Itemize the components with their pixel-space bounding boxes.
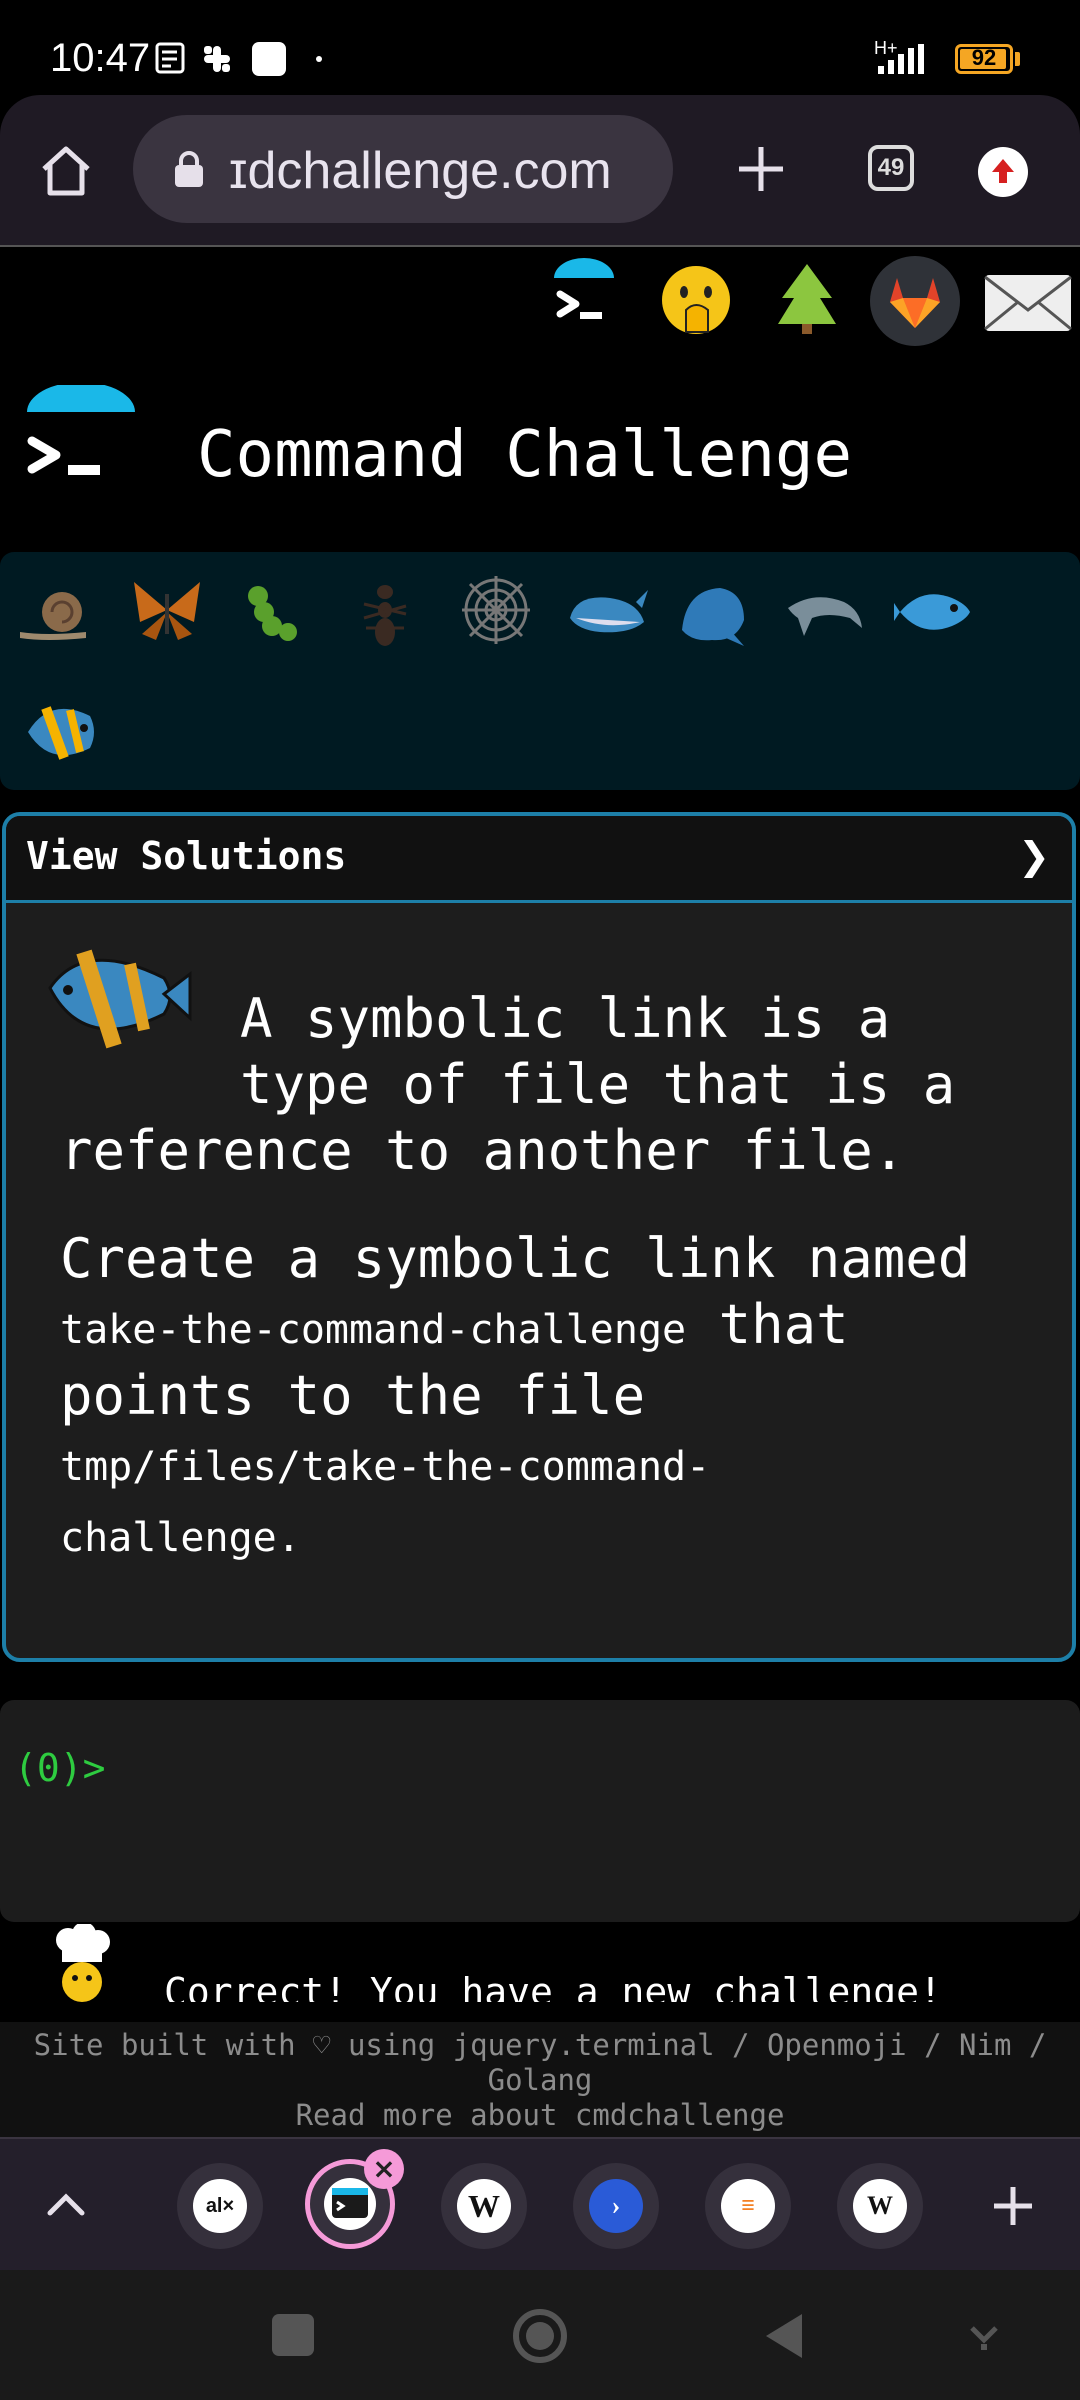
face-hand-over-mouth-icon[interactable] — [656, 262, 736, 342]
address-bar[interactable]: ɪdchallenge.com — [133, 115, 673, 223]
slack-icon — [204, 46, 230, 72]
caterpillar-icon[interactable] — [240, 574, 310, 654]
home-icon[interactable] — [38, 143, 94, 199]
butterfly-icon[interactable] — [126, 570, 208, 650]
spider-web-icon[interactable] — [458, 572, 534, 648]
back-button[interactable] — [760, 2310, 810, 2362]
site-logo-icon — [27, 385, 135, 475]
gitlab-link[interactable] — [870, 256, 960, 346]
link-name-code: take-the-command-challenge — [60, 1307, 687, 1353]
tab-wikipedia[interactable]: W — [441, 2163, 527, 2249]
more-notifications-dot — [316, 56, 322, 62]
tab-switcher-button[interactable]: 49 — [868, 145, 914, 191]
signal-icon — [878, 44, 924, 74]
dolphin-icon[interactable] — [784, 572, 868, 652]
url-text[interactable]: ɪdchallenge.com — [229, 141, 612, 201]
plus-icon[interactable] — [735, 143, 787, 195]
gitlab-icon — [890, 278, 940, 328]
news-icon — [155, 42, 185, 74]
hide-keyboard-button[interactable] — [968, 2318, 1000, 2354]
app-notification-icon — [252, 42, 286, 76]
page-title: Command Challenge — [197, 418, 853, 492]
new-tab-plus-icon[interactable] — [990, 2183, 1036, 2229]
snail-icon[interactable] — [16, 572, 96, 652]
battery-icon: 92 — [955, 44, 1013, 74]
cmdchallenge-logo-icon[interactable] — [546, 256, 616, 336]
status-bar: 10:47 H+ 92 — [0, 0, 1080, 100]
about-link[interactable]: Read more about cmdchallenge — [0, 2098, 1080, 2133]
challenge-description: A symbolic link is a type of file that i… — [60, 987, 956, 1182]
browser-toolbar: ɪdchallenge.com 49 — [0, 95, 1080, 247]
system-navigation-bar — [0, 2270, 1080, 2400]
terminal-favicon-icon — [324, 2178, 376, 2230]
result-message: Correct! You have a new challenge! — [164, 1970, 942, 2002]
target-path-code: tmp/files/take-the-command- — [60, 1444, 711, 1490]
terminal-input[interactable]: (0)> — [0, 1700, 1080, 1922]
view-solutions-label[interactable]: View Solutions — [26, 834, 346, 878]
arrow-up-icon — [992, 159, 1014, 183]
cook-icon — [56, 1924, 110, 2002]
lock-icon[interactable] — [173, 151, 205, 189]
result-message-container: Correct! You have a new challenge! — [160, 1960, 1060, 2002]
ant-icon[interactable] — [352, 574, 418, 654]
tab-wikipedia-2[interactable]: W — [837, 2163, 923, 2249]
site-top-nav — [540, 250, 1080, 360]
christmas-tree-icon[interactable] — [772, 258, 842, 338]
fish-icon[interactable] — [894, 572, 978, 652]
battery-tip — [1015, 52, 1020, 66]
view-solutions-toggle[interactable]: View Solutions ❯ — [6, 816, 1072, 903]
alx-favicon: al× — [193, 2179, 247, 2233]
challenge-progress-strip — [0, 552, 1080, 790]
wikipedia-favicon-2: W — [853, 2179, 907, 2233]
recents-button[interactable] — [272, 2314, 314, 2356]
tab-strip: al× × W › ≡ W — [0, 2137, 1080, 2272]
wikipedia-favicon: W — [457, 2179, 511, 2233]
whale-spouting-icon[interactable] — [672, 570, 752, 652]
tropical-fish-icon[interactable] — [20, 692, 100, 772]
tab-alx[interactable]: al× — [177, 2163, 263, 2249]
stackoverflow-favicon: ≡ — [721, 2179, 775, 2233]
close-tab-icon[interactable]: × — [364, 2149, 404, 2189]
mail-icon[interactable] — [982, 272, 1074, 334]
tab-blue-app[interactable]: › — [573, 2163, 659, 2249]
site-footer: Site built with ♡ using jquery.terminal … — [0, 2022, 1080, 2140]
chevron-right-icon[interactable]: ❯ — [1018, 834, 1050, 878]
blue-app-favicon: › — [589, 2179, 643, 2233]
challenge-task: Create a symbolic link named take-the-co… — [60, 1227, 971, 1561]
footer-credits: Site built with ♡ using jquery.terminal … — [33, 2028, 1047, 2062]
update-button[interactable] — [978, 147, 1028, 197]
footer-credits-cont: Golang — [487, 2063, 593, 2097]
chevron-up-icon[interactable] — [44, 2185, 88, 2225]
challenge-panel: View Solutions ❯ A symbolic link is a ty… — [2, 812, 1076, 1662]
home-button[interactable] — [510, 2306, 570, 2366]
terminal-prompt[interactable]: (0)> — [14, 1746, 106, 1790]
status-time: 10:47 — [50, 36, 151, 80]
tab-stackoverflow[interactable]: ≡ — [705, 2163, 791, 2249]
battery-level: 92 — [971, 45, 997, 70]
whale-icon[interactable] — [566, 572, 650, 652]
